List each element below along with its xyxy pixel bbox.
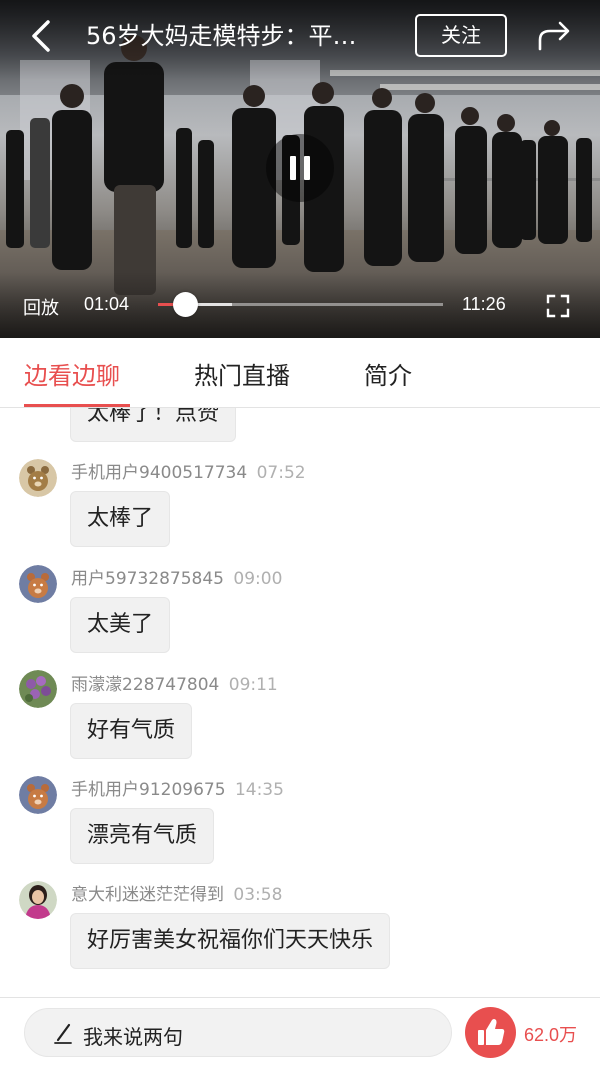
- chat-bubble: 漂亮有气质: [70, 808, 215, 864]
- replay-label[interactable]: 回放: [23, 294, 59, 320]
- tab-active-indicator: [24, 404, 130, 407]
- message-username[interactable]: 手机用户91209675: [71, 780, 226, 800]
- current-time: 01:04: [84, 294, 130, 314]
- comment-input[interactable]: 我来说两句: [24, 1008, 452, 1057]
- bear-avatar[interactable]: [19, 776, 57, 814]
- pen-icon: [54, 1023, 72, 1044]
- progress-thumb[interactable]: [172, 292, 198, 317]
- message-time: 07:52: [256, 463, 306, 483]
- woman-avatar[interactable]: [19, 881, 57, 919]
- bear-avatar[interactable]: [19, 459, 57, 497]
- message-meta: 用户59732875845 09:00: [71, 564, 282, 589]
- tab-bar: 边看边聊 热门直播 简介: [0, 338, 600, 408]
- tab-intro[interactable]: 简介: [364, 356, 412, 391]
- message-meta: 手机用户9400517734 07:52: [71, 458, 306, 483]
- bottom-bar: 我来说两句 62.0万: [0, 997, 600, 1067]
- chat-list[interactable]: 太棒了！点赞 手机用户9400517734 07:52 太棒了 用户597328…: [0, 408, 600, 998]
- video-player[interactable]: 56岁大妈走模特步：平… 关注 回放 01:04 11:26: [0, 0, 600, 338]
- chat-bubble: 太棒了: [70, 491, 171, 547]
- thumbs-up-icon: [478, 1019, 505, 1045]
- pause-button[interactable]: [266, 134, 334, 202]
- message-meta: 雨濛濛228747804 09:11: [71, 670, 278, 695]
- progress-bar[interactable]: [158, 292, 443, 317]
- video-title: 56岁大妈走模特步：平…: [86, 22, 357, 50]
- player-controls: 回放 01:04 11:26: [0, 272, 600, 338]
- like-count[interactable]: 62.0万: [524, 1021, 577, 1047]
- message-time: 09:11: [228, 675, 278, 695]
- message-meta: 意大利迷迷茫茫得到 03:58: [71, 880, 282, 905]
- share-icon[interactable]: [536, 20, 572, 52]
- message-meta: 手机用户91209675 14:35: [71, 775, 284, 800]
- follow-button[interactable]: 关注: [415, 14, 507, 57]
- tab-hot-live[interactable]: 热门直播: [194, 356, 290, 391]
- chat-bubble: 太棒了！点赞: [70, 408, 237, 442]
- back-icon[interactable]: [26, 18, 58, 54]
- flower-avatar[interactable]: [19, 670, 57, 708]
- message-username[interactable]: 手机用户9400517734: [71, 463, 247, 483]
- message-time: 09:00: [233, 569, 283, 589]
- total-time: 11:26: [462, 294, 506, 314]
- message-username[interactable]: 意大利迷迷茫茫得到: [71, 885, 224, 905]
- message-username[interactable]: 雨濛濛228747804: [71, 675, 219, 695]
- like-button[interactable]: [465, 1007, 516, 1058]
- message-time: 14:35: [234, 780, 284, 800]
- pause-icon: [290, 156, 296, 180]
- fullscreen-icon[interactable]: [546, 294, 570, 318]
- comment-placeholder: 我来说两句: [83, 1025, 183, 1049]
- message-time: 03:58: [233, 885, 283, 905]
- tab-chat[interactable]: 边看边聊: [24, 356, 120, 391]
- chat-bubble: 好有气质: [70, 703, 193, 759]
- bear-avatar[interactable]: [19, 565, 57, 603]
- chat-bubble: 好厉害美女祝福你们天天快乐: [70, 913, 391, 969]
- message-username[interactable]: 用户59732875845: [71, 569, 224, 589]
- chat-bubble: 太美了: [70, 597, 171, 653]
